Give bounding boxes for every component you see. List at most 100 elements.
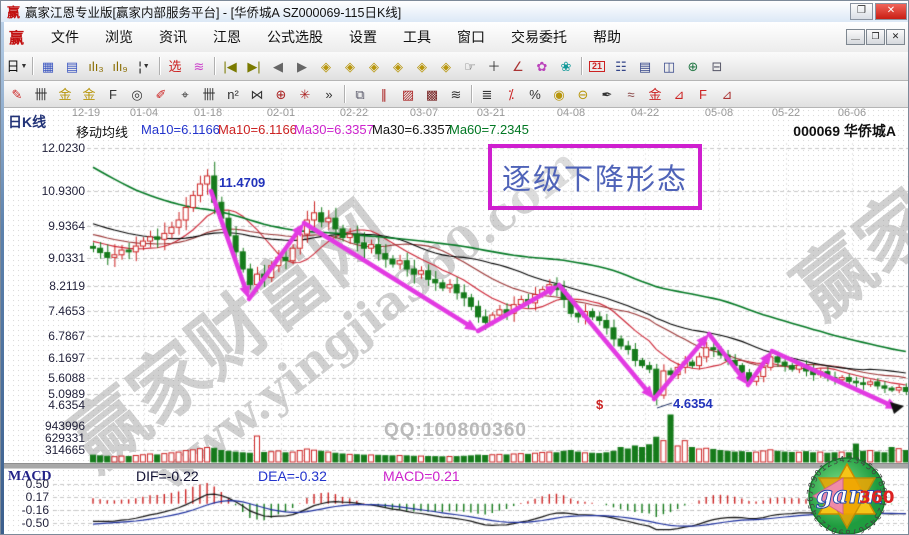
zoom-out-h-icon[interactable]: ◈: [362, 55, 386, 77]
gold-coin-icon[interactable]: ◉: [547, 83, 571, 105]
crosshair-icon[interactable]: ＋: [482, 55, 506, 77]
fan-lines-icon[interactable]: ∥: [372, 83, 396, 105]
percent-icon[interactable]: %: [523, 83, 547, 105]
macd-tick-0.50: 0.50: [3, 477, 49, 491]
shift-left-icon[interactable]: ◈: [314, 55, 338, 77]
ink-pen-icon[interactable]: ✒: [595, 83, 619, 105]
save-icon[interactable]: ◫: [657, 55, 681, 77]
date-tick-01-18: 01-18: [194, 107, 222, 119]
next-bar-icon[interactable]: ▶: [290, 55, 314, 77]
toolbar-separator: [471, 85, 472, 103]
multi-window-icon[interactable]: ▦: [36, 55, 60, 77]
n-square-icon[interactable]: n²: [221, 83, 245, 105]
menu-item-交易委托[interactable]: 交易委托: [498, 26, 580, 48]
gann-square-gold2-icon[interactable]: 金: [77, 83, 101, 105]
stats-icon[interactable]: ≣: [475, 83, 499, 105]
trough-price-annotation: 4.6354: [673, 396, 713, 411]
flower-tool-icon[interactable]: ✿: [530, 55, 554, 77]
menu-item-文件[interactable]: 文件: [38, 26, 92, 48]
gold-angle-icon[interactable]: 金: [643, 83, 667, 105]
price-tick-6.7867: 6.7867: [3, 329, 85, 343]
shell-tool-icon[interactable]: ❀: [554, 55, 578, 77]
menu-item-公式选股[interactable]: 公式选股: [254, 26, 336, 48]
web-export-icon[interactable]: ⊕: [681, 55, 705, 77]
speed-lines-icon[interactable]: ≋: [444, 83, 468, 105]
date-tick-02-01: 02-01: [267, 107, 295, 119]
more-tools-icon[interactable]: »: [317, 83, 341, 105]
star-burst-icon[interactable]: ✳: [293, 83, 317, 105]
price-tick-4.6354: 4.6354: [3, 398, 85, 412]
date-tick-04-22: 04-22: [631, 107, 659, 119]
fibonacci-grid-icon[interactable]: F: [101, 83, 125, 105]
angle-x-icon[interactable]: ⊿: [715, 83, 739, 105]
candle-style-icon[interactable]: ¦▼: [132, 55, 156, 77]
marker-pen-icon[interactable]: ✐: [149, 83, 173, 105]
gann360-logo: 2345678901234567890123456789012345678901…: [799, 456, 895, 535]
box-select-icon[interactable]: ⧉: [348, 83, 372, 105]
quote-list-icon[interactable]: ▤: [60, 55, 84, 77]
date-tick-02-22: 02-22: [340, 107, 368, 119]
toolbar-separator: [159, 57, 160, 75]
window-left-edge: [1, 22, 4, 535]
menu-item-帮助[interactable]: 帮助: [580, 26, 634, 48]
kline-period-icon[interactable]: 日▼: [5, 55, 29, 77]
gold-split-icon[interactable]: ⊖: [571, 83, 595, 105]
menu-item-浏览[interactable]: 浏览: [92, 26, 146, 48]
calendar-icon[interactable]: 21: [585, 55, 609, 77]
first-bar-icon[interactable]: |◀: [218, 55, 242, 77]
time-comb-icon[interactable]: 卌: [197, 83, 221, 105]
menu-item-资讯[interactable]: 资讯: [146, 26, 200, 48]
angle-j-icon[interactable]: ⊿: [667, 83, 691, 105]
angle-f-icon[interactable]: F: [691, 83, 715, 105]
compass-icon[interactable]: ⌖: [173, 83, 197, 105]
macd-tick--0.50: -0.50: [3, 516, 49, 530]
date-tick-01-04: 01-04: [130, 107, 158, 119]
calculator-icon[interactable]: ☷: [609, 55, 633, 77]
dollar-marker: $: [596, 397, 603, 412]
child-minimize-button[interactable]: ＿: [846, 29, 865, 45]
compress-all-icon[interactable]: ◈: [434, 55, 458, 77]
draw-pen-icon[interactable]: ✎: [5, 83, 29, 105]
expand-all-icon[interactable]: ◈: [410, 55, 434, 77]
menu-bar: 赢 文件浏览资讯江恩公式选股设置工具窗口交易委托帮助 ＿❐✕: [1, 22, 909, 53]
mirror-icon[interactable]: ⋈: [245, 83, 269, 105]
qq-watermark: QQ:100800360: [384, 420, 527, 442]
shaded-region-icon[interactable]: ▨: [396, 83, 420, 105]
child-close-button[interactable]: ✕: [886, 29, 905, 45]
angle-tool-icon[interactable]: ∠: [506, 55, 530, 77]
prev-bar-icon[interactable]: ◀: [266, 55, 290, 77]
title-bar: 赢 赢家江恩专业版[赢家内部服务平台] - [华侨城A SZ000069-115…: [1, 1, 909, 23]
hand-tool-icon[interactable]: ☞: [458, 55, 482, 77]
trade-cart-icon[interactable]: ⊟: [705, 55, 729, 77]
target-circle-icon[interactable]: ⊕: [269, 83, 293, 105]
color-ribbon-icon[interactable]: ≋: [187, 55, 211, 77]
child-restore-button[interactable]: ❐: [866, 29, 885, 45]
app-window: 赢 赢家江恩专业版[赢家内部服务平台] - [华侨城A SZ000069-115…: [0, 0, 909, 535]
wave-icon[interactable]: ≈: [619, 83, 643, 105]
volume-tick-314665: 314665: [3, 443, 85, 457]
gann-comb-icon[interactable]: 卌: [29, 83, 53, 105]
window-restore-button[interactable]: ❐: [850, 3, 873, 20]
menu-item-窗口[interactable]: 窗口: [444, 26, 498, 48]
macd-value-label: MACD=0.21: [383, 468, 460, 484]
period-label: 日K线: [8, 112, 46, 132]
peak-price-annotation: 11.4709: [219, 175, 265, 190]
toolbar-separator: [581, 57, 582, 75]
minute-chart-9-icon[interactable]: ılı₉: [108, 55, 132, 77]
menu-item-设置[interactable]: 设置: [336, 26, 390, 48]
shift-right-icon[interactable]: ◈: [338, 55, 362, 77]
window-close-button[interactable]: ✕: [875, 3, 907, 20]
percent-retrace-icon[interactable]: ⁒: [499, 83, 523, 105]
notes-icon[interactable]: ▤: [633, 55, 657, 77]
pattern-annotation-box[interactable]: 逐级下降形态: [488, 144, 702, 210]
zoom-in-h-icon[interactable]: ◈: [386, 55, 410, 77]
macd-tick-0.17: 0.17: [3, 490, 49, 504]
last-bar-icon[interactable]: ▶|: [242, 55, 266, 77]
menu-item-江恩[interactable]: 江恩: [200, 26, 254, 48]
formula-pick-icon[interactable]: 选: [163, 55, 187, 77]
gann-square-gold-icon[interactable]: 金: [53, 83, 77, 105]
minute-chart-3-icon[interactable]: ılı₃: [84, 55, 108, 77]
spiral-icon[interactable]: ◎: [125, 83, 149, 105]
hatched-region-icon[interactable]: ▩: [420, 83, 444, 105]
menu-item-工具[interactable]: 工具: [390, 26, 444, 48]
